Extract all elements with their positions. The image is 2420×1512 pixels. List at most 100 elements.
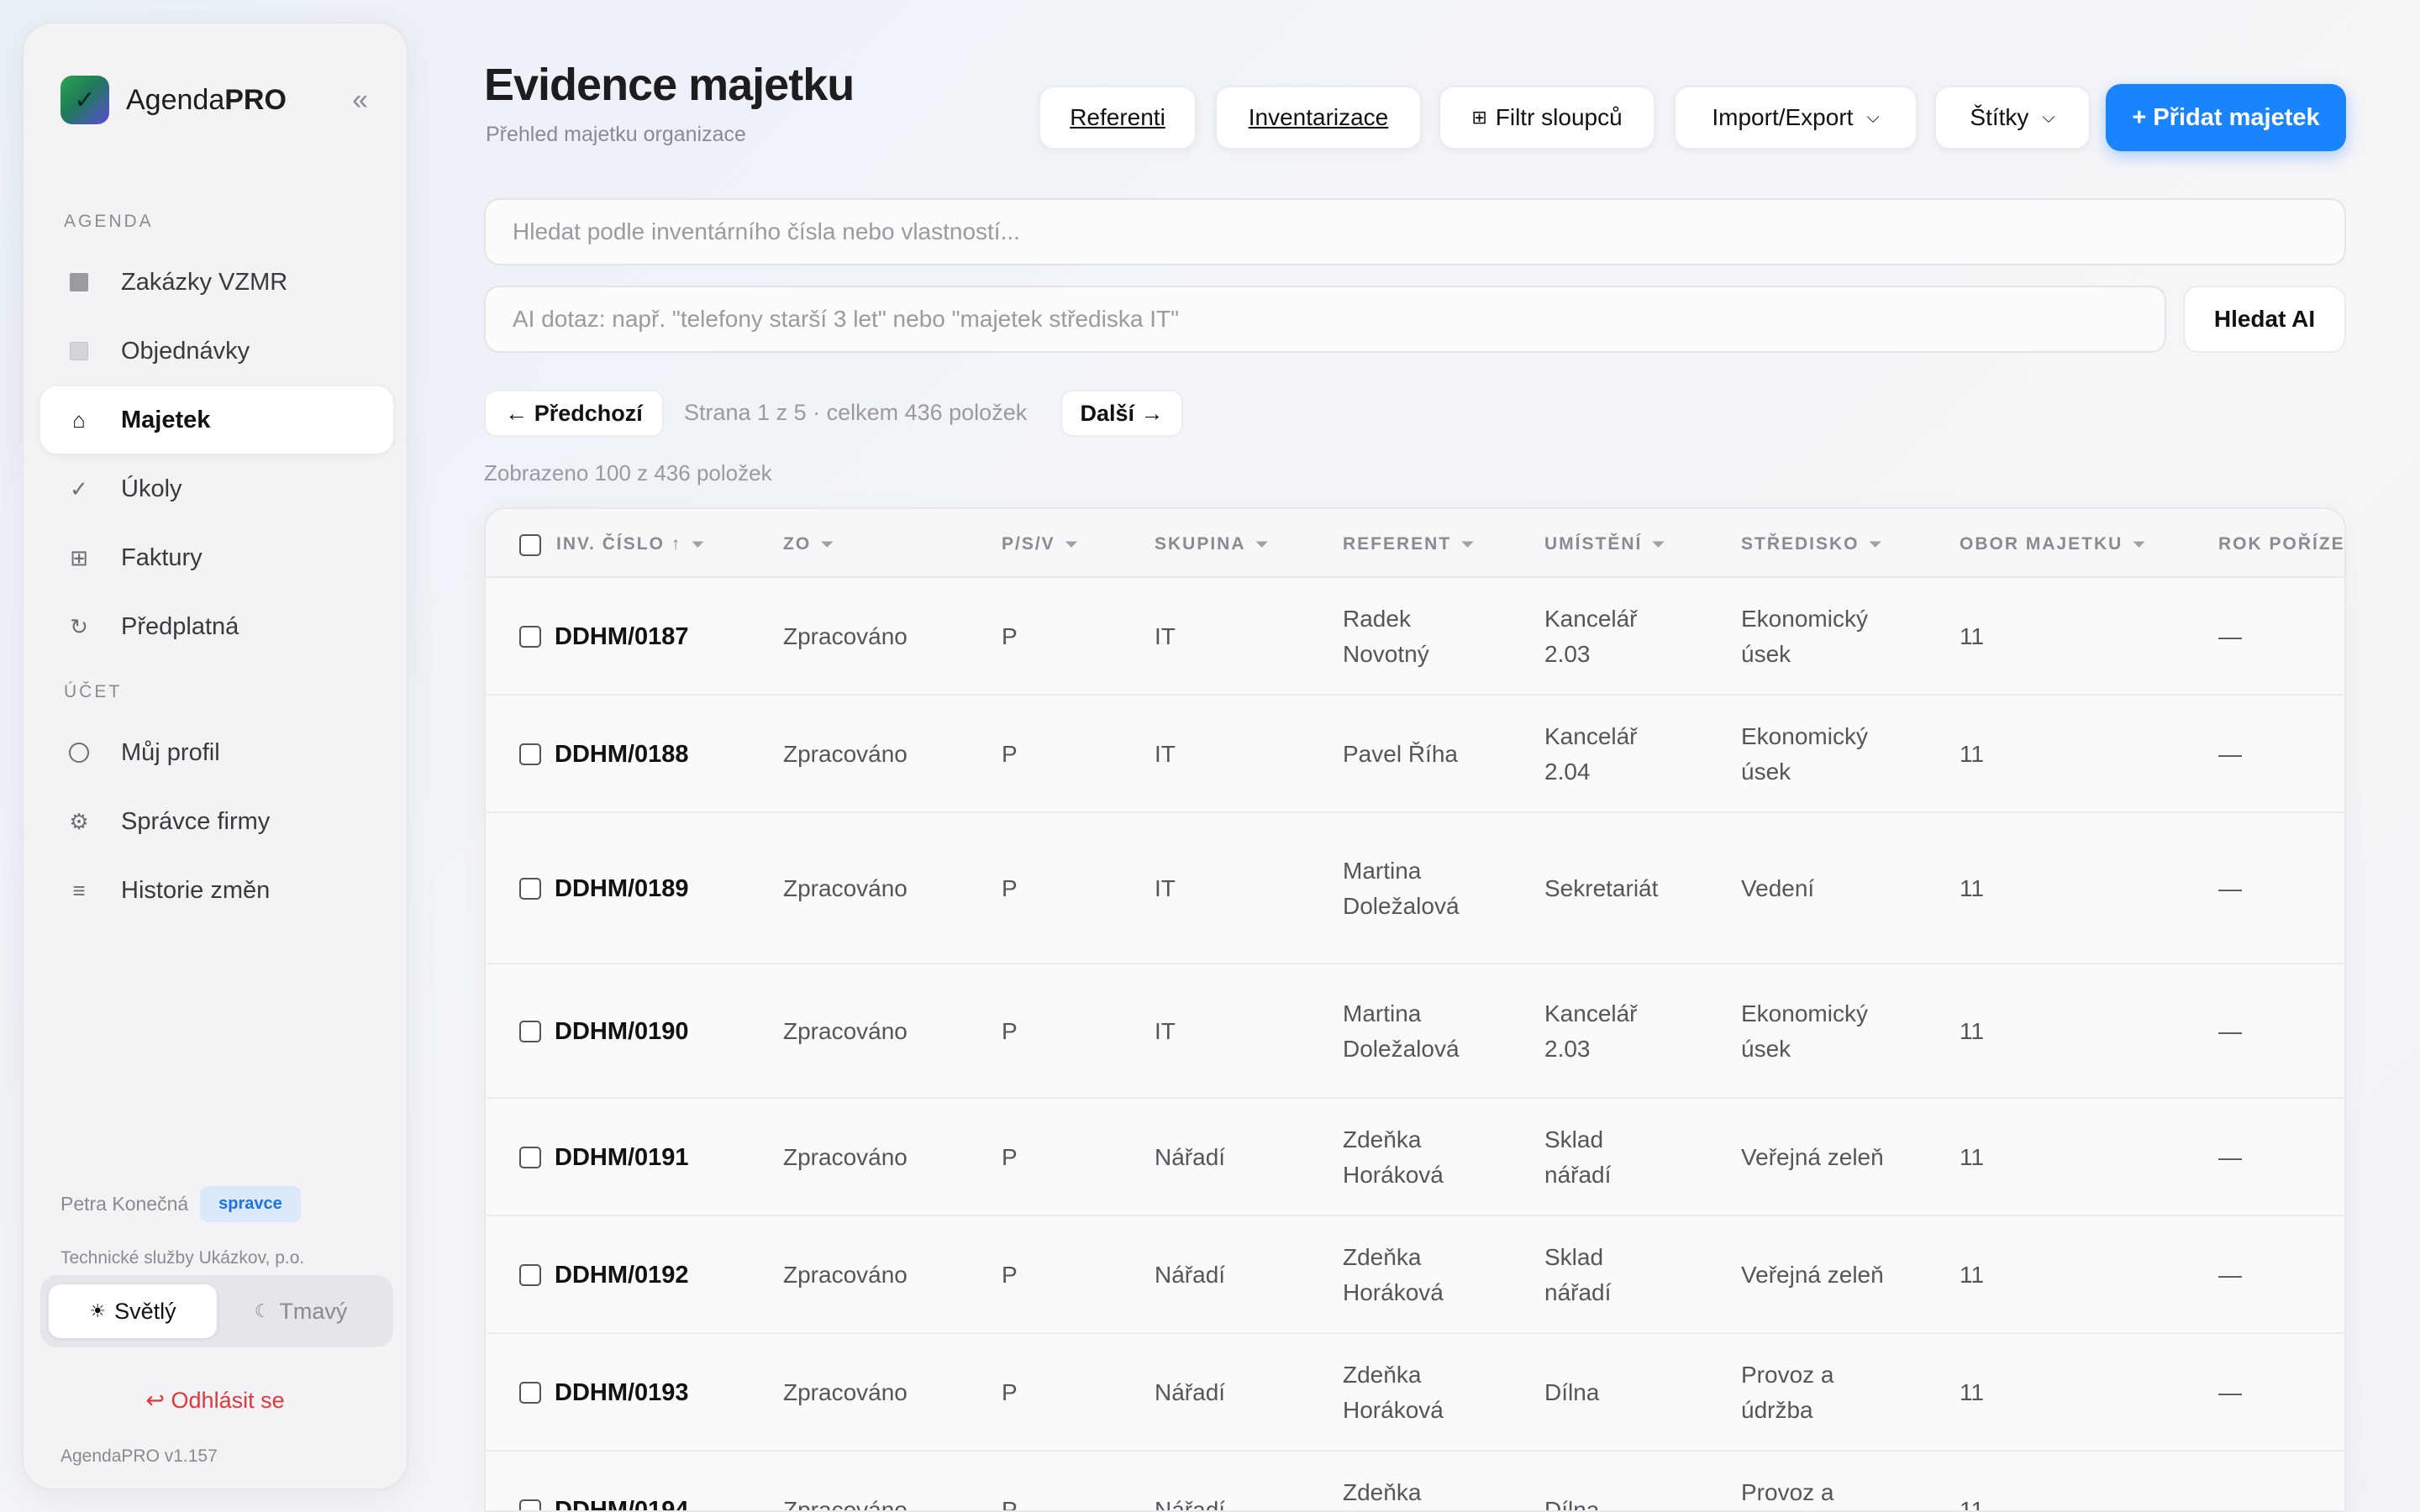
square-light-icon [62, 342, 96, 360]
chevron-down-icon: ⌵ [2042, 108, 2055, 127]
page-subtitle: Přehled majetku organizace [486, 123, 746, 146]
row-checkbox[interactable] [519, 626, 541, 648]
column-header-skupina[interactable]: SKUPINA ⏷ [1155, 534, 1270, 554]
row-checkbox[interactable] [519, 1382, 541, 1404]
table-row[interactable]: DDHM/0192 Zpracováno P Nářadí Zdeňka Horáková… [486, 1216, 2344, 1334]
column-header-zo[interactable]: ZO ⏷ [783, 534, 835, 554]
table-header: INV. ČÍSLO ↑ ⏷ ZO ⏷ P/S/V ⏷ SKUPINA ⏷ REFERE… [486, 509, 2344, 578]
column-filter-button[interactable]: ⊞ Filtr sloupců [1439, 86, 1655, 150]
page-info: Strana 1 z 5 · celkem 436 položek [684, 400, 1028, 425]
select-all-checkbox[interactable] [519, 534, 541, 556]
table-row[interactable]: DDHM/0191 Zpracováno P Nářadí Zdeňka Horáková… [486, 1099, 2344, 1216]
stredisko-cell: Veřejná zeleň [1741, 1262, 1884, 1288]
row-checkbox[interactable] [519, 743, 541, 765]
table-row[interactable]: DDHM/0188 Zpracováno P IT Pavel Říha Kancelář… [486, 696, 2344, 813]
column-header-stredisko[interactable]: STŘEDISKO ⏷ [1741, 534, 1883, 554]
sidebar: ✓ AgendaPRO « AGENDA Zakázky VZMR Objedn… [22, 22, 408, 1490]
app-version: AgendaPRO v1.157 [60, 1446, 218, 1466]
prev-page-button[interactable]: ← Předchozí [484, 390, 664, 437]
inv-number-cell[interactable]: DDHM/0187 [555, 619, 689, 654]
zo-cell: Zpracováno [783, 741, 908, 767]
inv-number-cell[interactable]: DDHM/0188 [555, 737, 689, 772]
sidebar-item-profil[interactable]: Můj profil [40, 719, 393, 786]
search-input[interactable]: Hledat podle inventárního čísla nebo vla… [484, 198, 2346, 265]
table-row[interactable]: DDHM/0190 Zpracováno P IT Martina Doležalová K… [486, 964, 2344, 1099]
inv-number-cell[interactable]: DDHM/0192 [555, 1257, 689, 1293]
row-checkbox[interactable] [519, 1264, 541, 1286]
skupina-cell: IT [1155, 623, 1176, 649]
psv-cell: P [1002, 623, 1018, 649]
row-checkbox[interactable] [519, 1499, 541, 1510]
import-export-label: Import/Export [1712, 104, 1854, 130]
sidebar-item-ukoly[interactable]: ✓ Úkoly [40, 455, 393, 522]
umisteni-cell: 2.04 [1544, 759, 1591, 785]
import-export-dropdown[interactable]: Import/Export ⌵ [1674, 86, 1918, 150]
inventarizace-button[interactable]: Inventarizace [1215, 86, 1422, 150]
add-asset-button[interactable]: + Přidat majetek [2106, 84, 2346, 151]
inv-number-cell[interactable]: DDHM/0189 [555, 871, 689, 906]
umisteni-cell: nářadí [1544, 1279, 1612, 1305]
psv-cell: P [1002, 1262, 1018, 1288]
inv-number-cell[interactable]: DDHM/0193 [555, 1375, 689, 1410]
shown-count: Zobrazeno 100 z 436 položek [484, 460, 772, 486]
stredisko-cell: úsek [1741, 641, 1791, 667]
column-header-referent[interactable]: REFERENT ⏷ [1343, 534, 1476, 554]
psv-cell: P [1002, 1497, 1018, 1512]
referent-cell: Martina [1343, 858, 1422, 884]
organization-name: Technické služby Ukázkov, p.o. [60, 1248, 305, 1268]
theme-toggle: ☀ Světlý ☾ Tmavý [40, 1275, 393, 1347]
filter-icon: ⏷ [821, 536, 835, 553]
sidebar-item-label: Správce firmy [121, 807, 271, 835]
column-header-obor[interactable]: OBOR MAJETKU ⏷ [1960, 534, 2147, 554]
brand[interactable]: ✓ AgendaPRO [60, 76, 287, 124]
table-row[interactable]: DDHM/0187 Zpracováno P IT Radek Novotný Kancel… [486, 578, 2344, 696]
ai-search-button[interactable]: Hledat AI [2183, 286, 2346, 353]
sidebar-item-historie[interactable]: ≡ Historie změn [40, 857, 393, 924]
grid-icon: ⊞ [1471, 107, 1487, 128]
referenti-button[interactable]: Referenti [1039, 86, 1197, 150]
column-header-inv[interactable]: INV. ČÍSLO ↑ ⏷ [556, 534, 706, 554]
tags-dropdown[interactable]: Štítky ⌵ [1934, 86, 2091, 150]
table-row[interactable]: DDHM/0194ZpracovánoPNářadíZdeňkaHoráková… [486, 1452, 2344, 1512]
column-header-psv[interactable]: P/S/V ⏷ [1002, 534, 1079, 554]
table-row[interactable]: DDHM/0193 Zpracováno P Nářadí Zdeňka Horáková… [486, 1334, 2344, 1452]
theme-light-button[interactable]: ☀ Světlý [49, 1284, 217, 1338]
stredisko-cell: Provoz a [1741, 1362, 1834, 1388]
row-checkbox[interactable] [519, 1021, 541, 1042]
filter-icon: ⏷ [1255, 536, 1270, 553]
theme-dark-label: Tmavý [279, 1298, 348, 1324]
column-header-umisteni[interactable]: UMÍSTĚNÍ ⏷ [1544, 534, 1666, 554]
ai-query-input[interactable]: AI dotaz: např. "telefony starší 3 let" … [484, 286, 2166, 353]
sidebar-item-predplatna[interactable]: ↻ Předplatná [40, 593, 393, 660]
theme-dark-button[interactable]: ☾ Tmavý [217, 1284, 385, 1338]
home-icon: ⌂ [72, 407, 86, 433]
sidebar-item-spravce[interactable]: ⚙ Správce firmy [40, 788, 393, 855]
section-label-account: ÚČET [64, 682, 123, 701]
gear-icon: ⚙ [69, 808, 89, 834]
obor-cell: 11 [1960, 1018, 1985, 1044]
next-page-button[interactable]: Další → [1060, 390, 1183, 437]
inv-number-cell[interactable]: DDHM/0190 [555, 1014, 689, 1049]
inv-number-cell[interactable]: DDHM/0191 [555, 1140, 689, 1175]
stredisko-cell: Ekonomický [1741, 1000, 1868, 1026]
umisteni-cell: Kancelář [1544, 723, 1638, 749]
rok-cell: — [2218, 623, 2242, 649]
row-checkbox[interactable] [519, 1147, 541, 1168]
row-checkbox[interactable] [519, 878, 541, 900]
referent-cell: Horáková [1343, 1279, 1444, 1305]
umisteni-cell: Sklad [1544, 1244, 1604, 1270]
sidebar-item-zakazky[interactable]: Zakázky VZMR [40, 249, 393, 316]
umisteni-cell: nářadí [1544, 1162, 1612, 1188]
referent-cell: Martina [1343, 1000, 1422, 1026]
sidebar-item-objednavky[interactable]: Objednávky [40, 318, 393, 385]
umisteni-cell: Sklad [1544, 1126, 1604, 1152]
logout-button[interactable]: ↩ Odhlásit se [24, 1388, 407, 1414]
referent-cell: Horáková [1343, 1397, 1444, 1423]
sidebar-item-faktury[interactable]: ⊞ Faktury [40, 524, 393, 591]
column-header-rok[interactable]: ROK POŘÍZENÍ [2218, 534, 2344, 554]
zo-cell: Zpracováno [783, 1262, 908, 1288]
table-row[interactable]: DDHM/0189 Zpracováno P IT Martina Doležalová S… [486, 813, 2344, 964]
sidebar-item-majetek[interactable]: ⌂ Majetek [40, 386, 393, 454]
inv-number-cell[interactable]: DDHM/0194 [555, 1493, 689, 1510]
collapse-sidebar-icon[interactable]: « [352, 84, 368, 117]
